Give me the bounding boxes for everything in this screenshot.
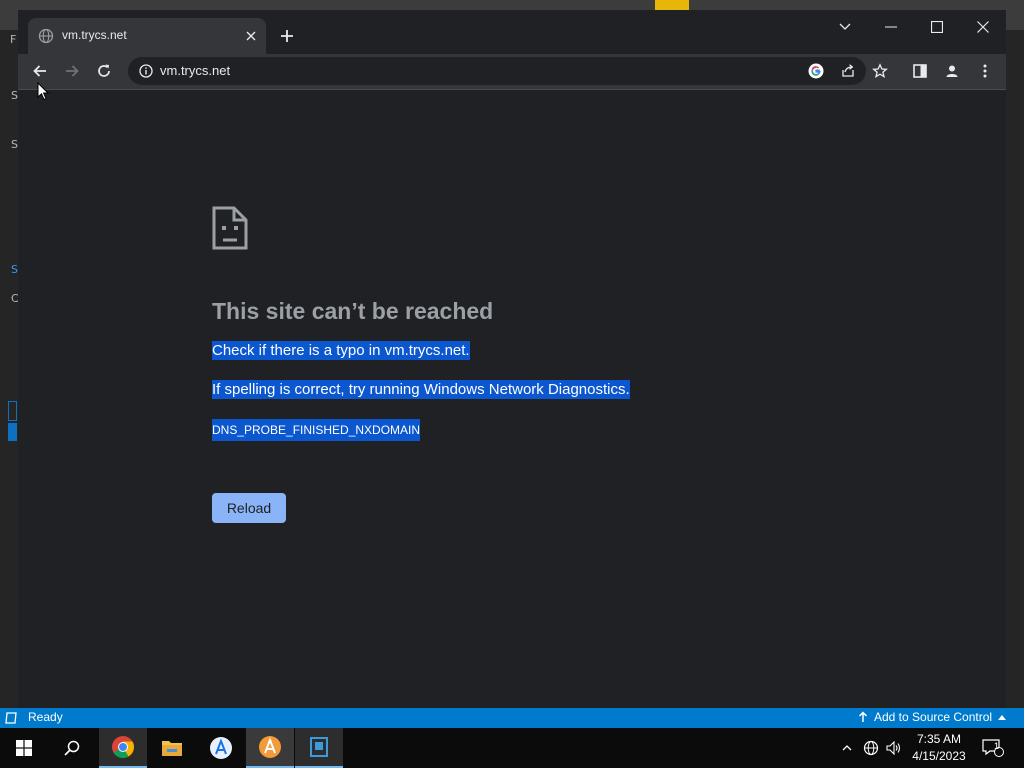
folder-icon (162, 741, 182, 756)
clock-date: 4/15/2023 (912, 749, 966, 763)
network-button[interactable] (860, 728, 882, 768)
chrome-menu-button[interactable] (971, 57, 999, 85)
google-icon (808, 63, 824, 79)
taskbar-file-explorer[interactable] (148, 728, 196, 768)
background-glyph: F (10, 33, 17, 46)
background-selection-box (8, 401, 17, 421)
volume-button[interactable] (883, 728, 905, 768)
remote-icon[interactable] (4, 711, 18, 725)
notification-center-button[interactable]: 1 (980, 728, 1006, 768)
arrow-up-icon (858, 711, 868, 722)
taskbar-app-2[interactable] (246, 728, 294, 768)
back-arrow-icon (33, 65, 46, 77)
add-to-source-control-button[interactable]: Add to Source Control (858, 710, 1007, 724)
reload-button[interactable] (90, 57, 118, 85)
maximize-icon (931, 21, 943, 33)
minimize-button[interactable] (868, 12, 914, 42)
share-button[interactable] (837, 60, 859, 82)
background-glyph: S (11, 89, 18, 102)
background-glyph: S (11, 138, 18, 151)
speaker-icon (886, 741, 901, 755)
app-document-icon (310, 737, 328, 757)
background-left-panel: F S S S C (0, 30, 19, 708)
tab-title: vm.trycs.net (62, 28, 127, 42)
side-panel-button[interactable] (906, 57, 934, 85)
error-suggestion-diagnostics[interactable]: If spelling is correct, try running Wind… (212, 380, 630, 399)
side-panel-icon (913, 64, 927, 78)
reload-icon (98, 64, 110, 77)
source-control-label: Add to Source Control (874, 710, 993, 724)
chrome-window: vm.trycs.net vm.trycs.net This site can’… (18, 10, 1006, 708)
notification-icon (982, 739, 1004, 757)
taskbar-app-3[interactable] (295, 728, 343, 768)
back-button[interactable] (26, 57, 54, 85)
info-icon[interactable] (138, 63, 154, 79)
minimize-icon (885, 26, 897, 28)
search-button[interactable] (48, 728, 96, 768)
error-suggestion-typo: Check if there is a typo in vm.trycs.net… (212, 341, 470, 360)
clock-time: 7:35 AM (916, 732, 962, 746)
sad-document-icon (212, 206, 248, 250)
mouse-cursor-icon (37, 82, 49, 101)
maximize-button[interactable] (914, 12, 960, 42)
bookmark-button[interactable] (866, 57, 894, 85)
taskbar-clock[interactable]: 7:35 AM 4/15/2023 (904, 731, 974, 765)
tab-strip: vm.trycs.net (18, 10, 1006, 54)
close-icon (246, 31, 256, 41)
close-icon (977, 21, 989, 33)
background-selection-bar (8, 423, 17, 441)
background-glyph: S (11, 263, 18, 276)
browser-tab[interactable]: vm.trycs.net (28, 18, 266, 54)
chevron-down-icon (839, 23, 851, 30)
new-tab-button[interactable] (276, 25, 298, 47)
app-a-orange-icon (259, 736, 281, 758)
forward-arrow-icon (66, 65, 79, 77)
error-title: This site can’t be reached (212, 298, 494, 324)
taskbar-app-1[interactable] (197, 728, 245, 768)
star-icon (872, 63, 888, 78)
address-url[interactable]: vm.trycs.net (160, 63, 230, 78)
error-page: This site can’t be reached Check if ther… (18, 90, 1006, 708)
caret-up-icon (998, 715, 1007, 720)
status-ready: Ready (28, 710, 63, 724)
forward-button[interactable] (58, 57, 86, 85)
search-icon (64, 740, 80, 756)
reload-page-button[interactable]: Reload (212, 493, 286, 523)
status-bar: Ready Add to Source Control (0, 708, 1024, 728)
start-button[interactable] (0, 728, 48, 768)
error-code: DNS_PROBE_FINISHED_NXDOMAIN (212, 419, 421, 441)
close-window-button[interactable] (960, 12, 1006, 42)
taskbar-chrome[interactable] (99, 728, 147, 768)
background-right-panel (1006, 30, 1024, 708)
tab-search-button[interactable] (822, 12, 868, 42)
tab-close-button[interactable] (242, 27, 260, 45)
notification-count: 1 (994, 741, 1000, 751)
windows-taskbar: 7:35 AM 4/15/2023 1 (0, 728, 1024, 768)
profile-icon (946, 65, 958, 77)
chevron-up-icon (842, 745, 852, 751)
plus-icon (281, 30, 293, 42)
google-lens-button[interactable] (805, 60, 827, 82)
globe-icon (863, 740, 879, 756)
kebab-menu-icon (983, 64, 987, 78)
profile-button[interactable] (938, 57, 966, 85)
chrome-icon (112, 736, 134, 758)
browser-toolbar: vm.trycs.net (18, 54, 1006, 89)
windows-logo-icon (16, 740, 32, 756)
share-icon (842, 64, 854, 77)
address-bar[interactable]: vm.trycs.net (128, 57, 866, 85)
app-a-icon (210, 737, 232, 759)
globe-icon (38, 28, 54, 44)
show-hidden-icons-button[interactable] (836, 728, 858, 768)
